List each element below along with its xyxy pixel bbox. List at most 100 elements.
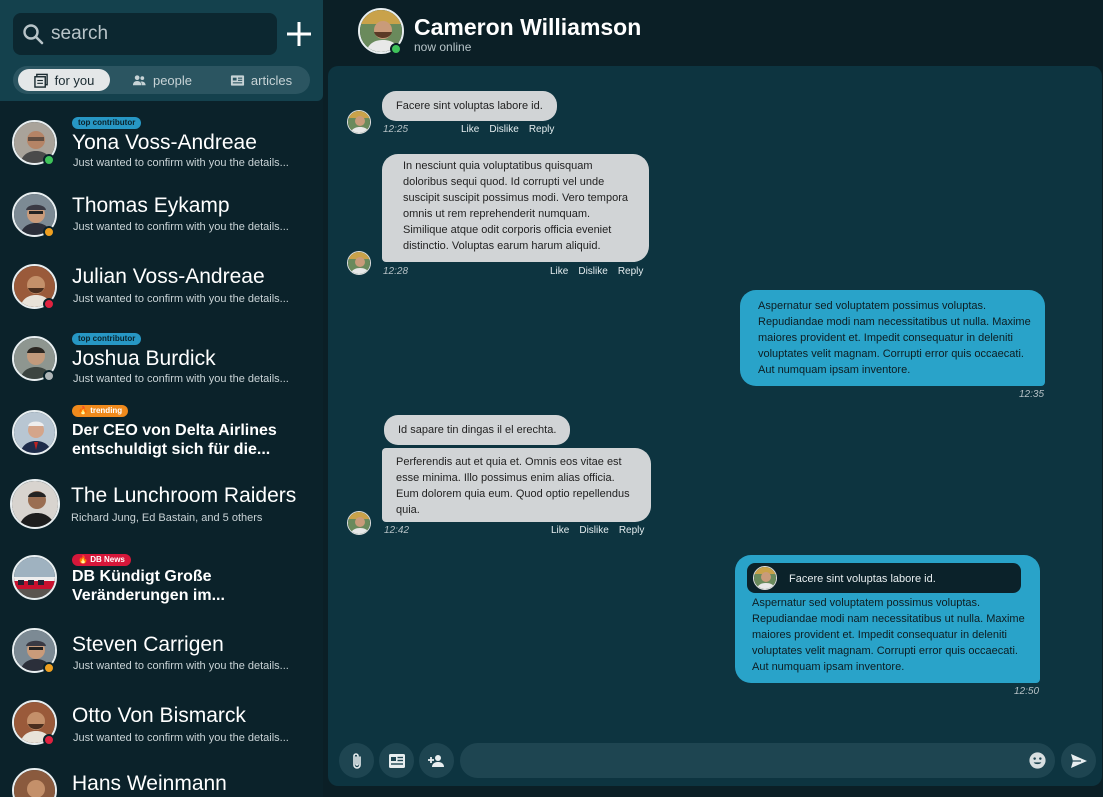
message-line: suscipit suscipit possimus modi. Vero te… [403,192,628,204]
message-line: Aspernatur sed voluptatem possimus volup… [758,300,987,312]
search-icon [23,24,44,45]
avatar [12,768,57,797]
conversation-item[interactable]: Thomas Eykamp Just wanted to confirm wit… [0,184,323,256]
tab-label: for you [54,72,95,88]
message-line: Eum dolorem quia eum. Quod optio repelle… [396,488,630,500]
like-button[interactable]: Like [461,124,479,135]
conversation-preview: Just wanted to confirm with you the deta… [73,157,289,169]
reply-button[interactable]: Reply [619,525,645,536]
news-item[interactable]: 🔥 trending Der CEO von Delta Airlines en… [0,400,323,482]
search-box[interactable] [13,13,277,55]
status-busy-indicator [43,298,55,310]
message-line: voluptates velit magnam. Corrupti error … [758,348,1024,360]
message-thread: Facere sint voluptas labore id. 12:25 Li… [328,66,1102,786]
message-line: esse minima. Illo possimus enim alias of… [396,472,615,484]
message-bubble: Facere sint voluptas labore id. [382,91,557,121]
add-conversation-button[interactable] [285,20,313,48]
message-line: maiores provident et. Impedit consequatu… [752,629,1007,641]
search-input[interactable] [51,19,271,49]
avatar [12,555,57,600]
contact-name: Cameron Williamson [414,14,642,40]
emoji-icon[interactable] [1028,751,1047,770]
group-members: Richard Jung, Ed Bastain, and 5 others [71,512,263,524]
badge-label: trending [90,406,123,415]
message-line: distinctio. Voluptas earum harum aliquid… [403,240,601,252]
dislike-button[interactable]: Dislike [578,266,607,277]
dislike-button[interactable]: Dislike [489,124,518,135]
like-button[interactable]: Like [551,525,569,536]
add-person-icon [427,754,444,767]
tab-articles[interactable]: articles [217,69,305,91]
message-bubble: In nesciunt quia voluptatibus quisquam d… [382,154,649,262]
message-line: Repudiandae modi nam necessitatibus ut n… [752,613,1025,625]
db-news-badge: 🔥 DB News [72,554,131,566]
conversation-name: Steven Carrigen [72,633,224,656]
tab-for-you[interactable]: for you [18,69,110,91]
message-time: 12:28 [383,266,409,277]
tab-label: articles [250,72,293,88]
paperclip-icon [352,752,361,769]
conversation-name: Hans Weinmann [72,772,227,795]
sender-avatar [347,511,371,535]
reply-button[interactable]: Reply [529,124,555,135]
conversation-name: Yona Voss-Andreae [72,131,257,154]
article-icon [230,74,244,86]
message-time: 12:25 [383,124,409,135]
sender-avatar [347,110,371,134]
add-people-button[interactable] [419,743,454,778]
message-bubble: Perferendis aut et quia et. Omnis eos vi… [382,448,651,522]
message-line: Repudiandae modi nam necessitatibus ut n… [758,316,1031,328]
quoted-message[interactable]: Facere sint voluptas labore id. [747,563,1021,593]
message-text: Facere sint voluptas labore id. [396,100,543,112]
sidebar-header: for you people articles [0,0,323,101]
top-contributor-badge: top contributor [72,333,142,345]
message-actions: Like Dislike Reply [550,266,643,277]
conversation-item[interactable]: top contributor Yona Voss-Andreae Just w… [0,112,323,184]
conversation-preview: Just wanted to confirm with you the deta… [73,732,289,744]
avatar [10,479,60,529]
message-actions: Like Dislike Reply [461,124,554,135]
conversation-item[interactable]: top contributor Joshua Burdick Just want… [0,328,323,400]
message-input[interactable] [474,747,1014,774]
message-line: omnis ut rem reprehenderit numquam. [403,208,591,220]
reply-button[interactable]: Reply [618,266,644,277]
message-line: Aut numquam ipsam inventore. [758,364,911,376]
message-line: Perferendis aut et quia et. Omnis eos vi… [396,456,622,468]
status-away-indicator [43,226,55,238]
badge-label: DB News [90,555,125,564]
sidebar: for you people articles top contributor … [0,0,323,797]
message-line: quia. [396,504,420,516]
group-conversation-item[interactable]: The Lunchroom Raiders Richard Jung, Ed B… [0,477,323,549]
message-line: voluptates velit magnam. Corrupti error … [752,645,1018,657]
like-button[interactable]: Like [550,266,568,277]
message-actions: Like Dislike Reply [551,525,644,536]
conversation-item[interactable]: Otto Von Bismarck Just wanted to confirm… [0,688,323,760]
status-away-indicator [43,662,55,674]
conversation-item[interactable]: Hans Weinmann [0,760,323,797]
attach-button[interactable] [339,743,374,778]
news-headline: DB Kündigt Große Veränderungen im... [72,568,225,604]
dislike-button[interactable]: Dislike [579,525,608,536]
message-input-container[interactable] [460,743,1055,778]
top-contributor-badge: top contributor [72,117,142,129]
conversation-item[interactable]: Steven Carrigen Just wanted to confirm w… [0,616,323,688]
message-line: In nesciunt quia voluptatibus quisquam [403,160,593,172]
message-line: Aspernatur sed voluptatem possimus volup… [752,597,981,609]
send-button[interactable] [1061,743,1096,778]
conversation-name: Joshua Burdick [72,347,216,370]
quoted-avatar [753,566,777,590]
conversation-preview: Just wanted to confirm with you the deta… [73,373,289,385]
feed-icon [33,73,48,88]
share-article-button[interactable] [379,743,414,778]
article-icon [388,753,405,768]
conversation-item[interactable]: Julian Voss-Andreae Just wanted to confi… [0,256,323,328]
message-line: doloribus sequi quod. Id corrupti vel un… [403,176,605,188]
conversation-preview: Just wanted to confirm with you the deta… [73,660,289,672]
status-offline-indicator [43,370,55,382]
status-online-indicator [43,154,55,166]
message-text: Id sapare tin dingas il el erechta. [398,424,557,436]
people-icon [132,74,146,85]
tab-people[interactable]: people [121,69,203,91]
message-time: 12:35 [1019,389,1045,400]
contact-status: now online [414,40,472,54]
